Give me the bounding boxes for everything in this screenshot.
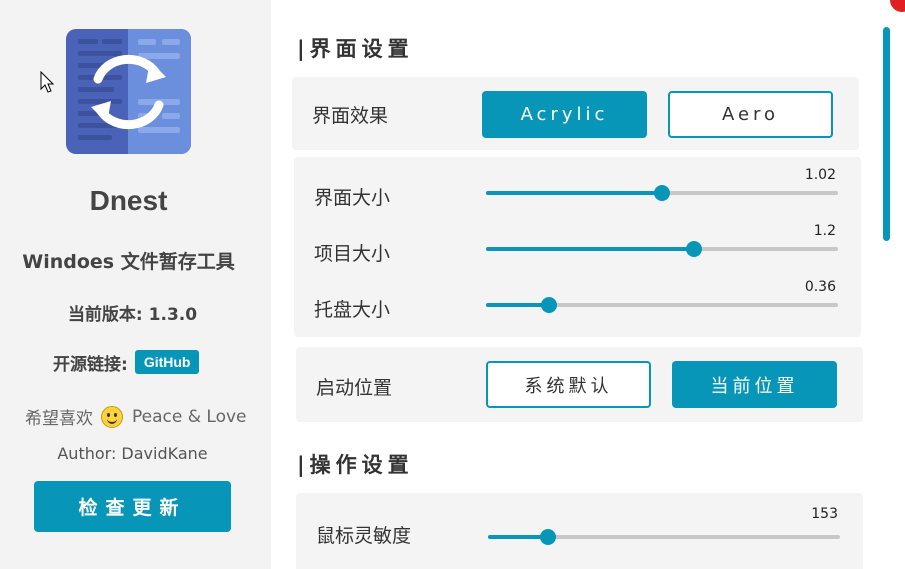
mouse-sensitivity-value: 153 [811,506,838,522]
check-update-button[interactable]: 检查更新 [34,481,231,532]
vertical-scrollbar[interactable] [883,27,890,241]
tray-size-slider-thumb[interactable] [541,297,558,313]
item-size-slider-fill [486,247,694,251]
interface-effect-card: 界面效果 Acrylic Aero [292,77,859,150]
love-prefix: 希望喜欢 [25,409,93,429]
start-position-card: 启动位置 系统默认 当前位置 [296,347,863,422]
notification-badge [890,0,905,12]
size-sliders-card: 界面大小 1.02 项目大小 1.2 托盘大小 0.36 [294,157,861,337]
app-name: Dnest [89,185,168,216]
ui-size-label: 界面大小 [314,187,391,209]
tray-size-slider[interactable] [486,297,838,313]
current-position-button[interactable]: 当前位置 [672,361,837,408]
sync-arrows-icon [91,54,166,130]
mouse-cursor-icon [40,71,54,93]
tray-size-slider-fill [486,303,550,307]
ui-size-slider-thumb[interactable] [654,185,670,201]
mouse-sensitivity-label: 鼠标灵敏度 [316,525,412,547]
source-label: 开源链接: [53,354,128,375]
app-description: Windoes 文件暂存工具 [22,251,235,273]
version-label: 当前版本: 1.3.0 [67,305,198,325]
mouse-sensitivity-slider[interactable] [488,529,840,545]
item-size-value: 1.2 [813,223,836,239]
item-size-slider-thumb[interactable] [685,241,702,257]
app-logo [66,29,191,154]
love-row: 希望喜欢 Peace & Love [25,404,246,429]
tray-size-value: 0.36 [804,279,836,295]
operation-sliders-card: 鼠标灵敏度 153 [296,493,863,569]
operation-settings-title: |操作设置 [297,453,414,477]
sidebar: Dnest Windoes 文件暂存工具 当前版本: 1.3.0 开源链接: G… [0,0,271,569]
ui-size-value: 1.02 [804,167,836,183]
github-link-button[interactable]: GitHub [134,350,200,374]
smiley-icon [101,405,123,428]
ui-size-slider[interactable] [486,185,838,201]
ui-size-slider-fill [486,191,662,195]
mouse-sensitivity-slider-fill [488,535,548,539]
aero-button[interactable]: Aero [668,91,833,138]
acrylic-button[interactable]: Acrylic [482,91,647,138]
start-position-label: 启动位置 [316,377,393,399]
interface-settings-title: |界面设置 [297,37,414,61]
item-size-label: 项目大小 [314,243,391,265]
item-size-slider[interactable] [486,241,838,257]
interface-effect-label: 界面效果 [312,105,389,127]
tray-size-label: 托盘大小 [314,299,391,321]
author-label: Author: DavidKane [57,444,208,463]
source-link-row: 开源链接: GitHub [53,348,200,376]
mouse-sensitivity-slider-thumb[interactable] [539,529,556,545]
system-default-button[interactable]: 系统默认 [486,361,651,408]
love-suffix: Peace & Love [132,406,247,427]
